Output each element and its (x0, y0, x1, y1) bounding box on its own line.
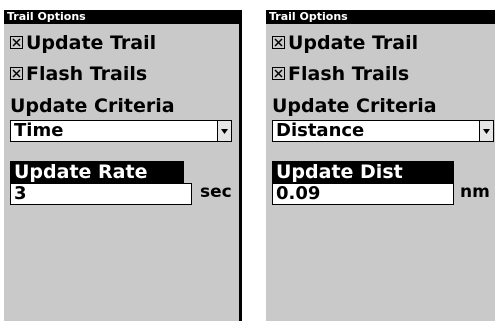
panel-title: Trail Options (266, 10, 495, 24)
trail-options-panel-time: Trail Options Update Trail Flash Trails … (4, 10, 242, 321)
flash-trails-label: Flash Trails (26, 63, 148, 85)
update-dist-input[interactable]: 0.09 (272, 183, 454, 205)
flash-trails-label: Flash Trails (288, 63, 410, 85)
flash-trails-option[interactable]: Flash Trails (272, 62, 409, 86)
flash-trails-option[interactable]: Flash Trails (10, 62, 147, 86)
update-trail-label: Update Trail (288, 32, 419, 54)
dropdown-arrow-icon[interactable] (479, 121, 493, 141)
update-dist-unit: nm (460, 182, 490, 202)
panel-title: Trail Options (4, 10, 239, 24)
update-criteria-label: Update Criteria (10, 95, 175, 117)
flash-trails-checkbox-icon[interactable] (10, 66, 23, 80)
update-trail-label: Update Trail (26, 32, 157, 54)
update-dist-label: Update Dist (272, 161, 454, 183)
update-rate-unit: sec (200, 182, 232, 202)
update-trail-checkbox-icon[interactable] (10, 35, 23, 49)
flash-trails-checkbox-icon[interactable] (272, 66, 285, 80)
update-criteria-dropdown[interactable]: Time (10, 120, 232, 142)
trail-options-panel-distance: Trail Options Update Trail Flash Trails … (266, 10, 495, 321)
update-criteria-value: Time (14, 120, 64, 141)
update-rate-input[interactable]: 3 (10, 183, 192, 205)
update-trail-checkbox-icon[interactable] (272, 35, 285, 49)
update-dist-value: 0.09 (276, 183, 321, 204)
update-criteria-label: Update Criteria (272, 95, 437, 117)
update-trail-option[interactable]: Update Trail (272, 31, 418, 55)
update-rate-label: Update Rate (10, 161, 184, 183)
update-criteria-dropdown[interactable]: Distance (272, 120, 494, 142)
update-criteria-value: Distance (276, 120, 365, 141)
update-rate-value: 3 (14, 183, 27, 204)
update-trail-option[interactable]: Update Trail (10, 31, 156, 55)
dropdown-arrow-icon[interactable] (217, 121, 231, 141)
